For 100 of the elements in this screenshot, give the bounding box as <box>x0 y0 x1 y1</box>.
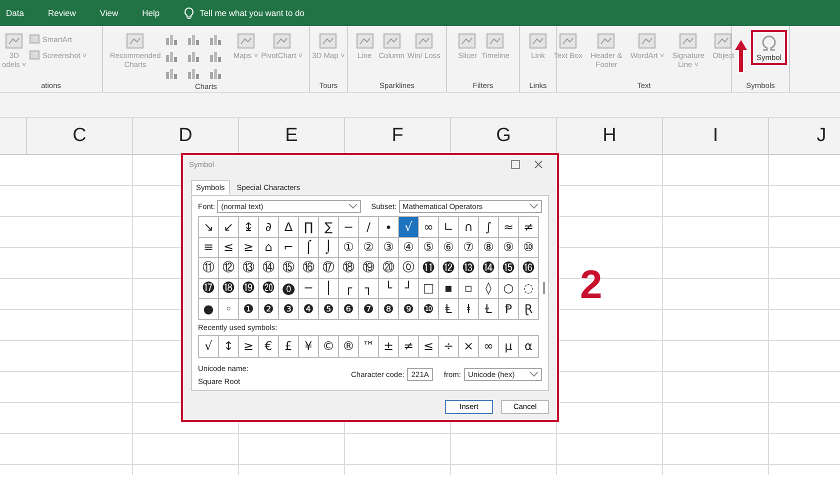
column-header[interactable]: J <box>769 118 840 154</box>
symbol-cell[interactable]: ❹ <box>299 299 319 320</box>
symbol-cell[interactable]: ⑱ <box>339 258 359 278</box>
symbol-cell[interactable]: ⓿ <box>279 278 299 299</box>
symbol-cell[interactable]: ⓯ <box>499 258 519 278</box>
symbol-cell[interactable]: ❽ <box>379 299 399 320</box>
symbol-cell[interactable]: ⑬ <box>239 258 259 278</box>
symbol-cell[interactable]: ┘ <box>399 278 419 299</box>
symbol-cell[interactable]: Ɽ <box>519 299 539 320</box>
symbol-cell[interactable]: ⓫ <box>419 258 439 278</box>
maximize-icon[interactable] <box>511 160 520 168</box>
symbol-cell[interactable]: ❷ <box>259 299 279 320</box>
symbol-cell[interactable]: ≤ <box>419 336 439 358</box>
symbol-cell[interactable]: ○ <box>499 278 519 299</box>
symbol-cell[interactable]: ∕ <box>359 217 379 238</box>
symbol-cell[interactable]: ∆ <box>279 217 299 238</box>
symbol-cell[interactable]: √ <box>399 217 419 238</box>
menu-tab[interactable]: Data <box>6 8 24 18</box>
symbol-cell[interactable]: ─ <box>299 278 319 299</box>
symbol-cell[interactable]: ⑪ <box>199 258 219 278</box>
symbol-cell[interactable]: ≥ <box>239 238 259 258</box>
symbol-cell[interactable]: ≠ <box>519 217 539 238</box>
symbol-cell[interactable]: ❶ <box>239 299 259 320</box>
symbol-cell[interactable]: µ <box>499 336 519 358</box>
symbol-cell[interactable]: ± <box>379 336 399 358</box>
symbol-cell[interactable]: ∫ <box>479 217 499 238</box>
symbol-cell[interactable]: ▪ <box>439 278 459 299</box>
symbol-cell[interactable]: ④ <box>399 238 419 258</box>
symbol-cell[interactable]: ∑ <box>319 217 339 238</box>
symbol-cell[interactable]: × <box>459 336 479 358</box>
symbol-cell[interactable]: ⓰ <box>519 258 539 278</box>
symbol-cell[interactable]: € <box>259 336 279 358</box>
symbol-cell[interactable]: ™ <box>359 336 379 358</box>
symbol-cell[interactable]: ⑥ <box>439 238 459 258</box>
symbol-cell[interactable]: ⓲ <box>219 278 239 299</box>
symbol-cell[interactable]: ⑮ <box>279 258 299 278</box>
symbol-cell[interactable]: ⌐ <box>279 238 299 258</box>
symbol-cell[interactable]: ⑩ <box>519 238 539 258</box>
symbol-cell[interactable]: ⑤ <box>419 238 439 258</box>
symbol-cell[interactable]: └ <box>379 278 399 299</box>
symbol-cell[interactable]: ≥ <box>239 336 259 358</box>
close-icon[interactable] <box>534 160 543 168</box>
symbol-cell[interactable]: ↘ <box>199 217 219 238</box>
symbol-cell[interactable]: │ <box>319 278 339 299</box>
symbol-cell[interactable]: £ <box>279 336 299 358</box>
symbol-cell[interactable]: ⓪ <box>399 258 419 278</box>
symbol-cell[interactable]: ⓱ <box>199 278 219 299</box>
symbol-cell[interactable]: ∞ <box>479 336 499 358</box>
symbol-cell[interactable]: ◦ <box>219 299 239 320</box>
symbol-cell[interactable]: Ⱡ <box>439 299 459 320</box>
symbol-cell[interactable]: ↨ <box>239 217 259 238</box>
symbol-cell[interactable]: ≈ <box>499 217 519 238</box>
symbol-cell[interactable]: ∩ <box>459 217 479 238</box>
symbol-cell[interactable]: √ <box>199 336 219 358</box>
symbol-cell[interactable]: ⑧ <box>479 238 499 258</box>
symbol-cell[interactable]: ↙ <box>219 217 239 238</box>
symbol-cell[interactable]: ⓴ <box>259 278 279 299</box>
symbol-cell[interactable]: ⌠ <box>299 238 319 258</box>
symbol-cell[interactable]: α <box>519 336 539 358</box>
symbol-cell[interactable]: ⓮ <box>479 258 499 278</box>
symbol-cell[interactable]: ❼ <box>359 299 379 320</box>
symbol-cell[interactable]: ⑰ <box>319 258 339 278</box>
symbol-cell[interactable]: ● <box>199 299 219 320</box>
symbol-cell[interactable]: ⑨ <box>499 238 519 258</box>
symbol-cell[interactable]: ◊ <box>479 278 499 299</box>
symbol-cell[interactable]: ⓳ <box>239 278 259 299</box>
symbol-cell[interactable]: ÷ <box>439 336 459 358</box>
symbol-cell[interactable]: ❻ <box>339 299 359 320</box>
symbol-cell[interactable]: ② <box>359 238 379 258</box>
symbol-cell[interactable]: ┌ <box>339 278 359 299</box>
symbol-cell[interactable]: ≡ <box>199 238 219 258</box>
symbol-cell[interactable]: Ɫ <box>479 299 499 320</box>
symbol-cell[interactable]: ⑭ <box>259 258 279 278</box>
symbol-cell[interactable]: ❾ <box>399 299 419 320</box>
symbol-cell[interactable]: − <box>339 217 359 238</box>
symbol-cell[interactable]: ┐ <box>359 278 379 299</box>
symbol-cell[interactable]: ⑲ <box>359 258 379 278</box>
symbol-cell[interactable]: ▫ <box>459 278 479 299</box>
symbol-cell[interactable]: ∟ <box>439 217 459 238</box>
symbol-cell[interactable]: ∏ <box>299 217 319 238</box>
symbol-cell[interactable]: ⑳ <box>379 258 399 278</box>
symbol-cell[interactable]: ⌡ <box>319 238 339 258</box>
symbol-cell[interactable]: □ <box>419 278 439 299</box>
symbol-cell[interactable]: Ᵽ <box>499 299 519 320</box>
symbol-cell[interactable]: ⑦ <box>459 238 479 258</box>
symbol-cell[interactable]: ◌ <box>519 278 539 299</box>
symbol-cell[interactable]: ⱡ <box>459 299 479 320</box>
symbol-cell[interactable]: ⑫ <box>219 258 239 278</box>
symbol-cell[interactable]: ≠ <box>399 336 419 358</box>
symbol-cell[interactable]: ❺ <box>319 299 339 320</box>
menu-tab[interactable]: View <box>100 8 118 18</box>
menu-tab[interactable]: Review <box>48 8 76 18</box>
menu-tab[interactable]: Help <box>142 8 160 18</box>
symbol-cell[interactable]: ∞ <box>419 217 439 238</box>
symbol-cell[interactable]: ↕ <box>219 336 239 358</box>
symbol-cell[interactable]: ❸ <box>279 299 299 320</box>
symbol-cell[interactable]: ≤ <box>219 238 239 258</box>
symbol-cell[interactable]: ❿ <box>419 299 439 320</box>
symbol-cell[interactable]: ③ <box>379 238 399 258</box>
scrollbar-thumb[interactable] <box>543 282 545 294</box>
